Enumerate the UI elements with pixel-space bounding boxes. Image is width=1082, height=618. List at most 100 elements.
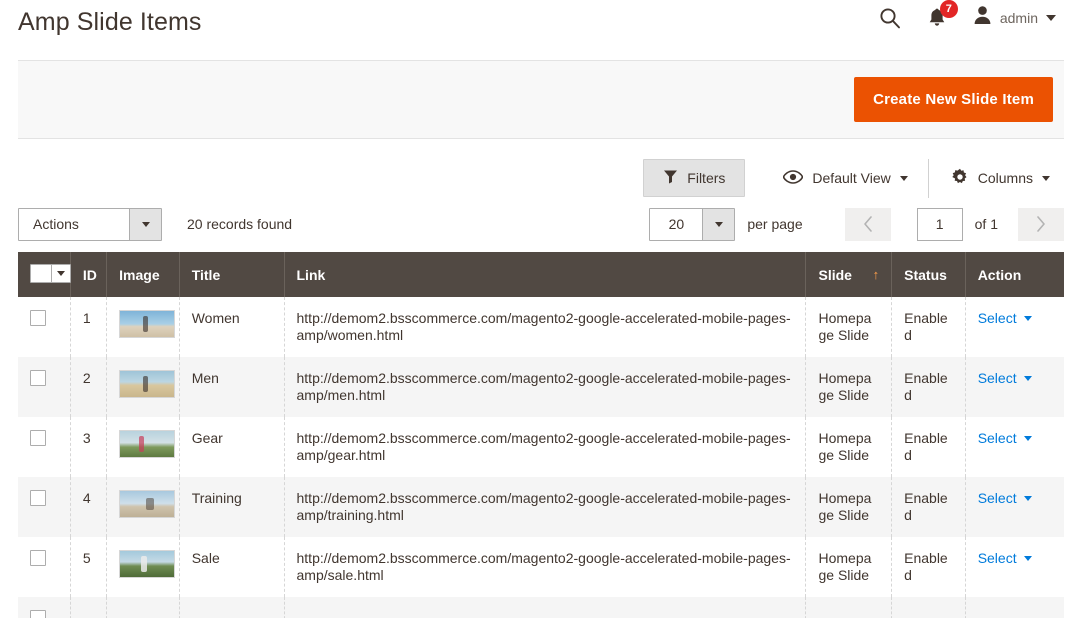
row-action-cell[interactable]: Select xyxy=(965,297,1064,357)
row-checkbox-cell[interactable] xyxy=(18,297,71,357)
column-header-action: Action xyxy=(965,252,1064,297)
row-action-cell[interactable]: Select xyxy=(965,477,1064,537)
row-checkbox[interactable] xyxy=(30,310,46,326)
per-page-label: per page xyxy=(747,216,803,232)
row-slide xyxy=(805,597,893,618)
slide-items-table: ID Image Title Link Slide ↑ Status Actio… xyxy=(18,252,1064,618)
row-title: Training xyxy=(179,477,285,537)
gear-icon xyxy=(951,168,969,189)
row-checkbox-cell[interactable] xyxy=(18,477,71,537)
chevron-right-icon xyxy=(1037,216,1045,232)
chevron-down-icon xyxy=(899,175,908,181)
row-title: Men xyxy=(179,357,285,417)
row-checkbox[interactable] xyxy=(30,430,46,446)
search-icon[interactable] xyxy=(879,7,901,29)
grid-subtoolbar: Actions 20 records found 20 per page 1 o… xyxy=(18,196,1064,252)
column-header-image[interactable]: Image xyxy=(106,252,180,297)
row-checkbox[interactable] xyxy=(30,370,46,386)
column-header-title[interactable]: Title xyxy=(179,252,285,297)
row-image-cell xyxy=(106,597,180,618)
row-action-cell[interactable]: Select xyxy=(965,417,1064,477)
table-row[interactable]: 5 Sale http://demom2.bsscommerce.com/mag… xyxy=(18,537,1064,597)
select-all-dropdown-arrow[interactable] xyxy=(51,265,70,282)
pagination-area: 20 per page of 1 xyxy=(649,207,1064,241)
default-view-label: Default View xyxy=(812,170,891,186)
row-action-select-link[interactable]: Select xyxy=(978,430,1017,447)
row-checkbox-cell[interactable] xyxy=(18,537,71,597)
row-checkbox-cell[interactable] xyxy=(18,357,71,417)
records-found-label: 20 records found xyxy=(187,216,293,232)
chevron-down-icon xyxy=(1023,376,1032,381)
actions-select-arrow[interactable] xyxy=(129,208,161,240)
chevron-down-icon xyxy=(714,221,723,227)
column-header-link[interactable]: Link xyxy=(284,252,807,297)
column-header-id[interactable]: ID xyxy=(70,252,108,297)
table-row[interactable]: 1 Women http://demom2.bsscommerce.com/ma… xyxy=(18,297,1064,357)
row-image-cell xyxy=(106,417,180,477)
filters-button[interactable]: Filters xyxy=(643,159,746,197)
row-action-cell[interactable]: Select xyxy=(965,357,1064,417)
row-slide: Homepage Slide xyxy=(805,357,893,417)
table-row[interactable] xyxy=(18,597,1064,618)
row-title: Women xyxy=(179,297,285,357)
slide-thumbnail xyxy=(119,310,176,338)
select-all-control[interactable] xyxy=(30,264,71,283)
per-page-select-arrow[interactable] xyxy=(702,208,735,240)
grid-toolbar-controls: Filters Default View Columns xyxy=(643,158,1064,198)
column-header-slide[interactable]: Slide ↑ xyxy=(805,252,893,297)
column-header-status[interactable]: Status xyxy=(891,252,966,297)
row-status xyxy=(891,597,966,618)
row-action-select-link[interactable]: Select xyxy=(978,490,1017,507)
default-view-selector[interactable]: Default View xyxy=(769,161,921,196)
notifications-bell-icon[interactable]: 7 xyxy=(927,0,958,28)
row-action-select-link[interactable]: Select xyxy=(978,310,1017,327)
row-checkbox[interactable] xyxy=(30,610,46,618)
next-page-button[interactable] xyxy=(1018,207,1064,241)
columns-selector[interactable]: Columns xyxy=(927,158,1064,198)
table-head: ID Image Title Link Slide ↑ Status Actio… xyxy=(18,252,1064,297)
funnel-icon xyxy=(663,169,678,187)
chevron-down-icon xyxy=(1023,496,1032,501)
column-header-slide-label: Slide xyxy=(818,266,852,283)
slide-thumbnail xyxy=(119,490,176,518)
row-id: 3 xyxy=(70,417,108,477)
mass-actions-area: Actions 20 records found xyxy=(18,207,293,241)
per-page-select[interactable]: 20 xyxy=(649,207,736,241)
page-number-input[interactable] xyxy=(916,207,963,241)
create-new-slide-item-button[interactable]: Create New Slide Item xyxy=(854,77,1053,122)
chevron-down-icon xyxy=(1023,436,1032,441)
header-actions: 7 admin xyxy=(879,0,1056,30)
row-checkbox-cell[interactable] xyxy=(18,597,71,618)
page-actions-bar: Create New Slide Item xyxy=(18,60,1064,139)
row-action-cell[interactable] xyxy=(965,597,1064,618)
slide-thumbnail xyxy=(119,370,176,398)
row-slide: Homepage Slide xyxy=(805,477,893,537)
select-all-checkbox[interactable] xyxy=(31,265,51,282)
previous-page-button[interactable] xyxy=(844,207,891,241)
table-header-row: ID Image Title Link Slide ↑ Status Actio… xyxy=(18,252,1064,297)
table-row[interactable]: 4 Training http://demom2.bsscommerce.com… xyxy=(18,477,1064,537)
user-menu[interactable]: admin xyxy=(973,5,1056,30)
row-action-cell[interactable]: Select xyxy=(965,537,1064,597)
row-checkbox[interactable] xyxy=(30,490,46,506)
row-action-select-link[interactable]: Select xyxy=(978,550,1017,567)
table-row[interactable]: 2 Men http://demom2.bsscommerce.com/mage… xyxy=(18,357,1064,417)
row-id: 1 xyxy=(70,297,108,357)
row-link xyxy=(284,597,807,618)
row-link: http://demom2.bsscommerce.com/magento2-g… xyxy=(284,537,807,597)
actions-select[interactable]: Actions xyxy=(18,207,162,241)
row-action-select-link[interactable]: Select xyxy=(978,370,1017,387)
row-title: Gear xyxy=(179,417,285,477)
notification-count-badge: 7 xyxy=(939,0,958,18)
row-checkbox-cell[interactable] xyxy=(18,417,71,477)
row-status: Enabled xyxy=(891,477,966,537)
actions-select-label: Actions xyxy=(33,216,79,232)
column-header-checkbox[interactable] xyxy=(18,252,71,297)
row-slide: Homepage Slide xyxy=(805,537,893,597)
user-avatar-icon xyxy=(973,5,992,30)
row-checkbox[interactable] xyxy=(30,550,46,566)
sort-ascending-icon: ↑ xyxy=(872,266,880,282)
table-row[interactable]: 3 Gear http://demom2.bsscommerce.com/mag… xyxy=(18,417,1064,477)
row-slide: Homepage Slide xyxy=(805,297,893,357)
row-link: http://demom2.bsscommerce.com/magento2-g… xyxy=(284,357,807,417)
